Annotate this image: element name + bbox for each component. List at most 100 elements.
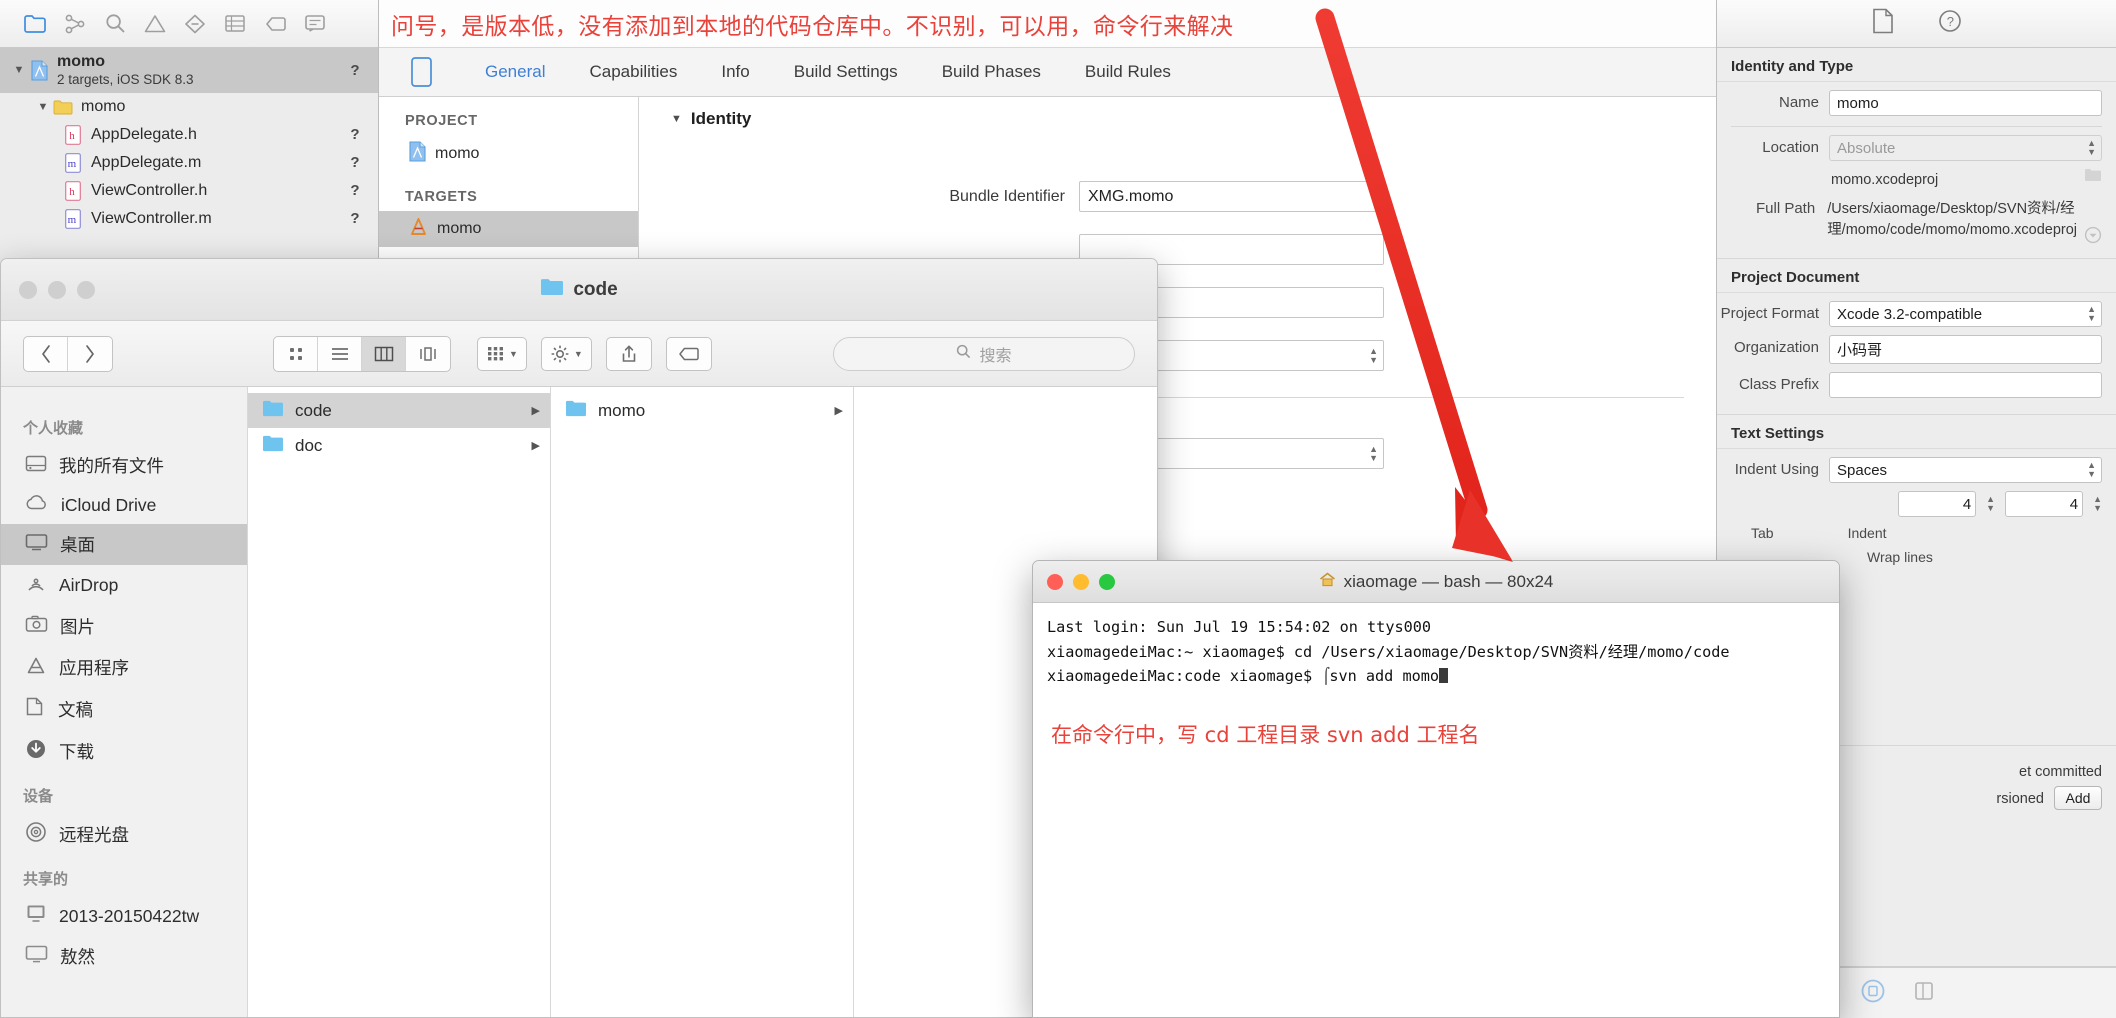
tag-icon[interactable] (256, 9, 294, 39)
tab-general[interactable]: General (463, 62, 567, 82)
finder-file-row[interactable]: doc ▶ (248, 428, 550, 463)
inspector-class-prefix-input[interactable] (1829, 372, 2102, 399)
tab-info[interactable]: Info (699, 62, 771, 82)
sidebar-item-applications[interactable]: 应用程序 (1, 647, 247, 688)
view-mode-segment[interactable] (273, 335, 451, 372)
close-button[interactable] (19, 280, 37, 299)
chevron-down-icon[interactable]: ▼ (509, 349, 518, 359)
coverflow-view-icon[interactable] (406, 337, 450, 371)
sidebar-item-downloads[interactable]: 下载 (1, 730, 247, 773)
sidebar-item-all-files[interactable]: 我的所有文件 (1, 445, 247, 486)
chevron-updown-icon[interactable]: ▲ ▼ (2093, 495, 2102, 513)
finder-window[interactable]: code ▼ ▼ 搜索 个人收藏 我的所有文件 iCloud Drive 桌面 … (0, 258, 1158, 1018)
disclosure-triangle-icon[interactable]: ▼ (34, 101, 52, 113)
icon-view-icon[interactable] (274, 336, 318, 371)
inspector-indent-width-input[interactable]: 4 (2005, 491, 2084, 518)
sidebar-item-shared-computer[interactable]: 2013-20150422tw (1, 896, 247, 936)
chevron-updown-icon[interactable]: ▲ ▼ (2087, 461, 2096, 479)
inspector-organization-input[interactable]: 小码哥 (1829, 335, 2102, 365)
choose-folder-icon[interactable] (2084, 167, 2102, 185)
navigator-item-group-momo[interactable]: ▼ momo (0, 93, 378, 121)
bundle-identifier-input[interactable]: XMG.momo (1079, 181, 1384, 212)
editor-tab-bar[interactable]: General Capabilities Info Build Settings… (379, 48, 1716, 97)
navigator-file-list[interactable]: ▼ momo 2 targets, iOS SDK 8.3 ? ▼ momo h… (0, 48, 378, 233)
chevron-updown-icon[interactable]: ▲ ▼ (2087, 139, 2096, 157)
action-button[interactable]: ▼ (540, 336, 592, 371)
warning-icon[interactable] (136, 9, 174, 39)
chevron-updown-icon[interactable]: ▲ ▼ (2087, 305, 2096, 323)
file-inspector-icon[interactable] (1872, 8, 1894, 39)
tab-build-rules[interactable]: Build Rules (1063, 62, 1193, 82)
navigator-item-viewcontroller-m[interactable]: m ViewController.m ? (0, 205, 378, 233)
chevron-right-icon[interactable]: ▶ (835, 404, 843, 417)
list-view-icon[interactable] (318, 336, 362, 371)
finder-file-row[interactable]: momo ▶ (551, 393, 853, 428)
navigator-item-viewcontroller-h[interactable]: h ViewController.h ? (0, 177, 378, 205)
sidebar-item-shared-display[interactable]: 敖然 (1, 936, 247, 977)
navigator-item-appdelegate-h[interactable]: h AppDelegate.h ? (0, 121, 378, 149)
finder-sidebar[interactable]: 个人收藏 我的所有文件 iCloud Drive 桌面 AirDrop 图片 应… (1, 387, 248, 1017)
tab-build-phases[interactable]: Build Phases (920, 62, 1063, 82)
navigation-buttons[interactable] (23, 335, 113, 372)
sidebar-item-airdrop[interactable]: AirDrop (1, 565, 247, 606)
inspector-indent-using-popup[interactable]: Spaces ▲ ▼ (1829, 457, 2102, 484)
chevron-right-icon[interactable]: ▶ (532, 404, 540, 417)
inspector-tab-width-input[interactable]: 4 (1898, 491, 1977, 518)
close-button[interactable] (1047, 573, 1063, 590)
disclosure-triangle-icon[interactable]: ▼ (671, 113, 682, 125)
project-list-item[interactable]: momo (379, 135, 638, 173)
finder-file-row[interactable]: code ▶ (248, 393, 550, 428)
report-icon[interactable] (296, 9, 334, 39)
add-button[interactable]: Add (2054, 786, 2102, 811)
reveal-in-finder-icon[interactable] (2084, 226, 2102, 244)
maximize-button[interactable] (77, 280, 95, 299)
terminal-output[interactable]: Last login: Sun Jul 19 15:54:02 on ttys0… (1033, 603, 1839, 701)
tab-build-settings[interactable]: Build Settings (772, 62, 920, 82)
inspector-project-format-popup[interactable]: Xcode 3.2-compatible ▲ ▼ (1829, 301, 2102, 328)
finder-column-view[interactable]: code ▶ doc ▶ momo ▶ (248, 387, 1157, 1017)
tag-button[interactable] (665, 336, 712, 371)
test-icon[interactable] (216, 9, 254, 39)
back-button[interactable] (24, 336, 68, 371)
quick-help-icon[interactable]: ? (1938, 9, 1962, 38)
window-traffic-lights[interactable] (19, 280, 95, 299)
object-library-icon[interactable] (1860, 978, 1886, 1009)
inspector-name-input[interactable]: momo (1829, 90, 2102, 116)
tab-capabilities[interactable]: Capabilities (567, 62, 699, 82)
breakpoint-icon[interactable] (176, 9, 214, 39)
finder-search-field[interactable]: 搜索 (833, 336, 1135, 371)
finder-column-1[interactable]: code ▶ doc ▶ (248, 387, 551, 1017)
chevron-right-icon[interactable]: ▶ (532, 439, 540, 452)
column-view-icon[interactable] (362, 336, 406, 371)
terminal-window[interactable]: xiaomage — bash — 80x24 Last login: Sun … (1032, 560, 1840, 1018)
inspector-location-popup[interactable]: Absolute ▲ ▼ (1829, 135, 2102, 161)
source-control-icon[interactable] (56, 9, 94, 39)
sidebar-item-pictures[interactable]: 图片 (1, 606, 247, 647)
disclosure-triangle-icon[interactable]: ▼ (10, 64, 28, 76)
folder-icon[interactable] (16, 9, 54, 39)
media-library-icon[interactable] (1912, 979, 1936, 1008)
share-button[interactable] (605, 336, 652, 371)
arrange-button[interactable]: ▼ (477, 336, 527, 371)
sidebar-item-icloud-drive[interactable]: iCloud Drive (1, 486, 247, 524)
chevron-updown-icon[interactable]: ▲ ▼ (1369, 346, 1378, 365)
inspector-tab-bar[interactable]: ? (1717, 0, 2116, 48)
sidebar-item-desktop[interactable]: 桌面 (1, 524, 247, 565)
navigator-item-appdelegate-m[interactable]: m AppDelegate.m ? (0, 149, 378, 177)
minimize-button[interactable] (1073, 573, 1089, 590)
target-list-item[interactable]: momo (379, 211, 638, 247)
sidebar-item-remote-disc[interactable]: 远程光盘 (1, 813, 247, 856)
window-traffic-lights[interactable] (1047, 573, 1115, 590)
identity-section-header[interactable]: ▼ Identity (639, 97, 1716, 129)
chevron-updown-icon[interactable]: ▲ ▼ (1369, 444, 1378, 463)
sidebar-item-documents[interactable]: 文稿 (1, 688, 247, 730)
minimize-button[interactable] (48, 280, 66, 299)
chevron-updown-icon[interactable]: ▲ ▼ (1986, 495, 1995, 513)
forward-button[interactable] (68, 337, 112, 371)
chevron-down-icon[interactable]: ▼ (574, 349, 583, 359)
maximize-button[interactable] (1099, 573, 1115, 590)
navigator-item-project[interactable]: ▼ momo 2 targets, iOS SDK 8.3 ? (0, 48, 378, 93)
finder-toolbar[interactable]: ▼ ▼ 搜索 (1, 321, 1157, 387)
search-icon[interactable] (96, 9, 134, 39)
finder-column-2[interactable]: momo ▶ (551, 387, 854, 1017)
